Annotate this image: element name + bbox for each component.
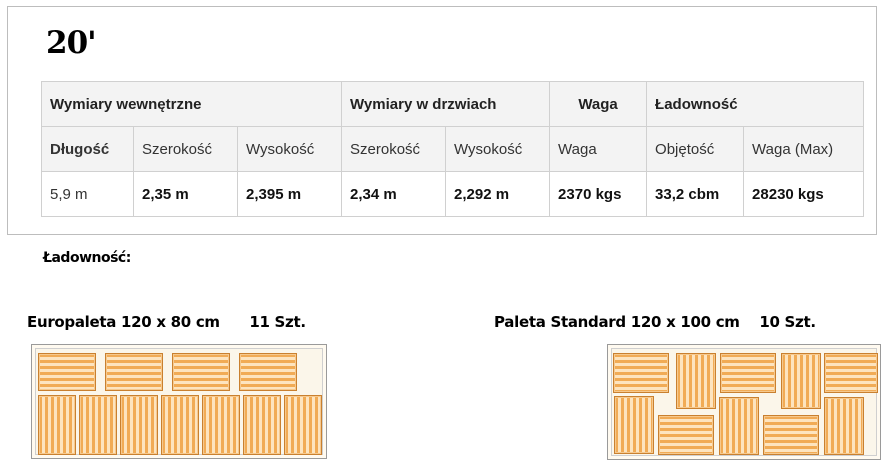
europallet-loading-plan [31,344,327,459]
value-weight: 2370 kgs [549,171,648,217]
europallet-container-floor [35,348,323,455]
standard-pallet [824,353,878,393]
europallet-caption: Europaleta 120 x 80 cm 11 Szt. [27,313,306,331]
standard-pallet-container-floor [611,348,878,456]
standard-pallet [658,415,714,455]
subheader-max-weight: Waga (Max) [743,126,865,172]
standard-pallet-count: 10 Szt. [759,313,816,331]
container-spec-card: 20' Wymiary wewnętrzne Wymiary w drzwiac… [7,6,877,235]
subheader-weight: Waga [549,126,648,172]
europallet [202,395,240,455]
loading-title: Ładowność: [43,250,131,266]
group-header-weight: Waga [549,81,648,127]
europallet [243,395,281,455]
specs-table: Wymiary wewnętrzne Wymiary w drzwiach Wa… [40,81,865,217]
standard-pallet [613,353,669,393]
group-header-internal: Wymiary wewnętrzne [40,81,343,127]
europallet [284,395,322,455]
europallet [79,395,117,455]
europallet [38,353,96,391]
standard-pallet [781,353,821,409]
standard-pallet-caption-text: Paleta Standard 120 x 100 cm [494,313,740,331]
group-header-capacity: Ładowność [646,81,865,127]
table-group-row: Wymiary wewnętrzne Wymiary w drzwiach Wa… [40,81,865,127]
value-length: 5,9 m [41,171,134,217]
standard-pallet [676,353,716,409]
europallet [120,395,158,455]
subheader-door-height: Wysokość [445,126,551,172]
subheader-door-width: Szerokość [341,126,447,172]
europallet [105,353,163,391]
europallet-count: 11 Szt. [249,313,306,331]
standard-pallet [824,397,864,455]
subheader-height: Wysokość [236,126,343,172]
standard-pallet-caption: Paleta Standard 120 x 100 cm 10 Szt. [494,313,816,331]
standard-pallet-loading-plan [607,344,881,460]
europallet [161,395,199,455]
value-max-weight: 28230 kgs [743,171,865,217]
value-width: 2,35 m [133,171,238,217]
subheader-length: Długość [41,126,134,172]
container-title: 20' [46,25,97,61]
europallet-caption-text: Europaleta 120 x 80 cm [27,313,220,331]
standard-pallet [614,396,654,454]
value-volume: 33,2 cbm [646,171,745,217]
standard-pallet [719,397,759,455]
subheader-width: Szerokość [133,126,238,172]
group-header-door: Wymiary w drzwiach [341,81,551,127]
europallet [38,395,76,455]
europallet [172,353,230,391]
value-height: 2,395 m [236,171,343,217]
table-subheader-row: Długość Szerokość Wysokość Szerokość Wys… [41,126,865,172]
standard-pallet [763,415,819,455]
europallet [239,353,297,391]
table-row: 5,9 m 2,35 m 2,395 m 2,34 m 2,292 m 2370… [41,171,865,217]
standard-pallet [720,353,776,393]
subheader-volume: Objętość [646,126,745,172]
value-door-width: 2,34 m [341,171,447,217]
value-door-height: 2,292 m [445,171,551,217]
